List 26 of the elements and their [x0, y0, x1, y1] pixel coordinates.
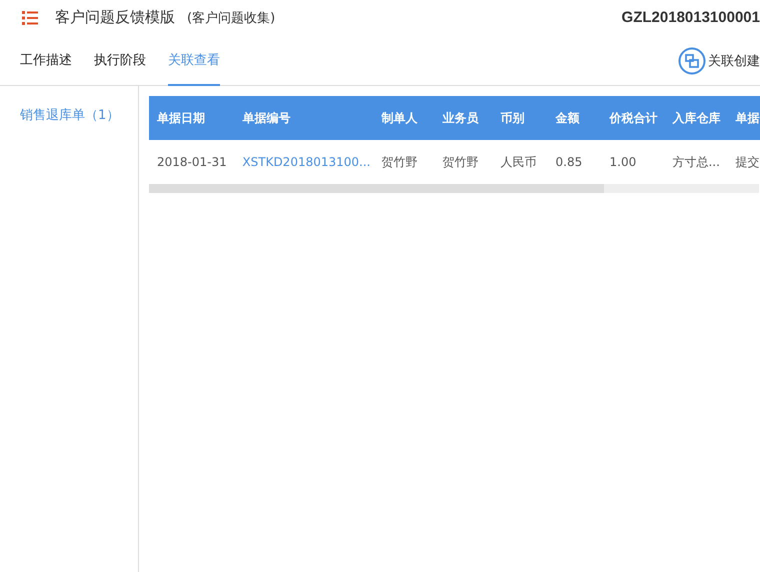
document-number: GZL2018013100001	[622, 9, 760, 26]
menu-icon[interactable]	[22, 10, 38, 24]
table-cell: 方寸总...	[664, 140, 728, 184]
link-create-button[interactable]: 关联创建	[678, 37, 760, 85]
table-cell: 提交	[727, 140, 760, 184]
table-cell: 人民币	[492, 140, 548, 184]
squares-icon	[678, 47, 706, 75]
tab[interactable]: 工作描述	[20, 35, 72, 86]
horizontal-scrollbar[interactable]	[149, 184, 759, 193]
column-header: 单据编号	[234, 96, 374, 140]
table-cell: 0.85	[548, 140, 602, 184]
column-header: 单据	[727, 96, 760, 140]
column-header: 制单人	[373, 96, 435, 140]
column-header: 入库仓库	[664, 96, 728, 140]
column-header: 单据日期	[149, 96, 234, 140]
table-cell: 贺竹野	[434, 140, 493, 184]
page-subtitle: (客户问题收集)	[187, 10, 276, 26]
tab[interactable]: 执行阶段	[94, 35, 146, 86]
table-cell: 2018-01-31	[149, 140, 234, 184]
table-cell: 贺竹野	[373, 140, 435, 184]
column-header: 币别	[492, 96, 548, 140]
column-header: 业务员	[434, 96, 493, 140]
column-header: 金额	[548, 96, 602, 140]
table-cell: 1.00	[602, 140, 664, 184]
page-title: 客户问题反馈模版	[55, 8, 175, 27]
column-header: 价税合计	[602, 96, 664, 140]
